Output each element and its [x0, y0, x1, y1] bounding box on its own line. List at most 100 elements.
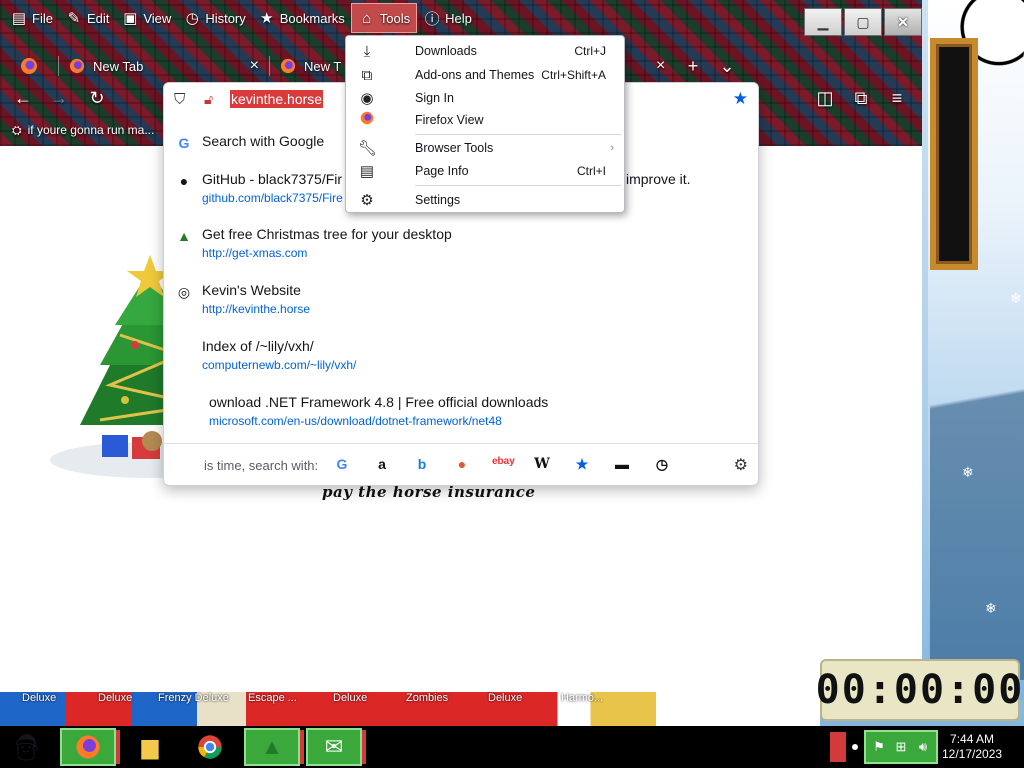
gear-icon: ⚙	[360, 192, 374, 209]
system-tray: ⚑ ⊞ 🔊︎	[830, 728, 938, 766]
menu-item-addons[interactable]: ⧉ Add-ons and Themes Ctrl+Shift+A	[346, 64, 624, 86]
bookmark-star-icon[interactable]: ★	[733, 89, 748, 109]
menu-separator	[415, 134, 621, 135]
bing-engine-icon[interactable]: b	[412, 456, 432, 472]
start-button[interactable]: 🎅︎	[2, 728, 52, 766]
suggestion-item[interactable]: Index of /~lily/vxh/ computernewb.com/~l…	[164, 338, 758, 378]
volume-icon[interactable]: 🔊︎	[914, 738, 932, 756]
bookmarks-icon: ★	[260, 10, 274, 27]
close-icon: ✕	[897, 13, 909, 30]
taskbar-file-explorer[interactable]: ▆	[122, 728, 178, 766]
menu-item-label: Sign In	[415, 91, 454, 105]
menu-item-label: Browser Tools	[415, 141, 494, 155]
maximize-button[interactable]: ▢	[844, 8, 882, 36]
menu-item-sign-in[interactable]: ◉ Sign In	[346, 87, 624, 109]
menu-view-label: View	[143, 10, 172, 26]
insecure-lock-icon[interactable]: 🔓︎	[204, 91, 213, 108]
security-warning-icon[interactable]: ⚑	[870, 738, 888, 756]
game-icon-label[interactable]: Deluxe	[333, 692, 367, 704]
minimize-icon: ▁	[817, 13, 829, 30]
back-button[interactable]: ←	[10, 88, 36, 109]
minimize-button[interactable]: ▁	[804, 8, 842, 36]
close-tab-icon[interactable]: ×	[250, 57, 259, 75]
one-off-label: is time, search with:	[204, 458, 319, 473]
pocket-icon[interactable]: ◫	[812, 88, 838, 109]
wrench-icon: 🔧︎	[358, 140, 378, 157]
download-icon: ⤓	[363, 42, 371, 60]
taskbar-marker	[362, 730, 366, 764]
list-all-tabs-button[interactable]: ⌄	[710, 56, 744, 77]
search-settings-icon[interactable]: ⚙	[734, 455, 748, 475]
firefox-icon	[358, 111, 376, 129]
network-icon[interactable]: ⊞	[892, 738, 910, 756]
suggestion-title: ownload .NET Framework 4.8 | Free offici…	[209, 394, 549, 410]
suggestion-title: GitHub - black7375/Fir	[202, 171, 343, 187]
wikipedia-engine-icon[interactable]: W	[532, 456, 552, 472]
close-window-button[interactable]: ✕	[884, 8, 922, 36]
suggestion-title: Kevin's Website	[202, 282, 301, 298]
amazon-engine-icon[interactable]: a	[372, 456, 392, 472]
folder-icon: ▆	[141, 734, 159, 759]
firefox-view-tab[interactable]	[0, 48, 58, 84]
taskbar-firefox[interactable]	[60, 728, 120, 766]
reload-button[interactable]: ↻	[84, 88, 110, 109]
suggestion-url: http://kevinthe.horse	[202, 302, 311, 316]
url-input[interactable]: kevinthe.horse	[230, 90, 324, 108]
timer-widget[interactable]: 00:00:00	[816, 659, 1022, 721]
puzzle-icon: ⧉	[361, 66, 373, 84]
menu-tools-label: Tools	[379, 10, 411, 26]
close-tab-icon[interactable]: ×	[656, 57, 676, 75]
menu-item-firefox-view[interactable]: Firefox View	[346, 109, 624, 131]
game-icon-label[interactable]: Deluxe	[22, 692, 56, 704]
tools-menu: ⤓ Downloads Ctrl+J ⧉ Add-ons and Themes …	[345, 35, 625, 213]
game-icon-label[interactable]: Deluxe	[98, 692, 132, 704]
timer-display: 00:00:00	[815, 667, 1024, 713]
bookmark-item[interactable]: if youre gonna run ma...	[28, 123, 155, 137]
duckduckgo-engine-icon[interactable]: ●	[452, 456, 472, 472]
app-menu-icon[interactable]: ≡	[884, 88, 910, 109]
google-engine-icon[interactable]: G	[332, 456, 352, 472]
extensions-icon[interactable]: ⧉	[848, 88, 874, 109]
tabs-search-icon[interactable]: ▬	[612, 456, 632, 472]
menu-bookmarks-label: Bookmarks	[279, 10, 345, 26]
ebay-engine-icon[interactable]: ebay	[492, 456, 515, 467]
history-search-icon[interactable]: ◷	[652, 456, 672, 473]
desktop-game-icons: Deluxe Deluxe Frenzy Deluxe Escape ... D…	[0, 692, 820, 726]
window-controls: ▁ ▢ ✕	[804, 8, 922, 36]
taskbar-xmas-tree[interactable]: ▲	[244, 728, 304, 766]
snowflake-icon: ❄	[985, 600, 997, 616]
menu-file[interactable]: ▤ File	[4, 3, 59, 33]
page-info-icon: ▤	[359, 163, 375, 180]
menu-file-label: File	[32, 10, 53, 26]
menu-bookmarks[interactable]: ★ Bookmarks	[252, 3, 351, 33]
menu-help[interactable]: ⓘ Help	[417, 3, 478, 33]
menu-item-page-info[interactable]: ▤ Page Info Ctrl+I	[346, 160, 624, 182]
game-icon-label[interactable]: Deluxe	[488, 692, 522, 704]
firefox-icon	[76, 735, 100, 759]
suggestion-url: computernewb.com/~lily/vxh/	[202, 358, 357, 372]
menu-tools[interactable]: ⌂ Tools	[350, 3, 418, 33]
suggestion-item[interactable]: ownload .NET Framework 4.8 | Free offici…	[164, 394, 758, 434]
menu-item-settings[interactable]: ⚙ Settings	[346, 189, 624, 211]
taskbar-thunderbird[interactable]: ✉	[306, 728, 366, 766]
forward-button[interactable]: →	[46, 88, 72, 109]
tab-new-tab-1[interactable]: New Tab ×	[59, 48, 269, 84]
game-icon-label[interactable]: Frenzy Deluxe	[158, 692, 229, 704]
game-icon-label[interactable]: Harmo...	[561, 692, 603, 704]
menu-view[interactable]: ▣ View	[115, 3, 177, 33]
clock[interactable]: 7:44 AM 12/17/2023	[942, 732, 1002, 762]
taskbar-chrome[interactable]	[182, 728, 238, 766]
menu-item-downloads[interactable]: ⤓ Downloads Ctrl+J	[346, 40, 624, 62]
menu-item-browser-tools[interactable]: 🔧︎ Browser Tools ›	[346, 137, 624, 159]
suggestion-item[interactable]: ▲ Get free Christmas tree for your deskt…	[164, 226, 758, 266]
game-icon-label[interactable]: Escape ...	[248, 692, 297, 704]
game-icon-label[interactable]: Zombies	[406, 692, 448, 704]
tracking-protection-icon[interactable]: ⛉	[174, 91, 185, 108]
new-tab-button[interactable]: +	[676, 56, 710, 77]
suggestion-url: microsoft.com/en-us/download/dotnet-fram…	[209, 414, 502, 428]
bookmarks-search-icon[interactable]: ★	[572, 456, 592, 473]
suggestion-item[interactable]: ◎ Kevin's Website http://kevinthe.horse	[164, 282, 758, 322]
menu-history[interactable]: ◷ History	[177, 3, 251, 33]
menu-edit[interactable]: ✎ Edit	[59, 3, 115, 33]
firefox-icon	[21, 58, 37, 74]
